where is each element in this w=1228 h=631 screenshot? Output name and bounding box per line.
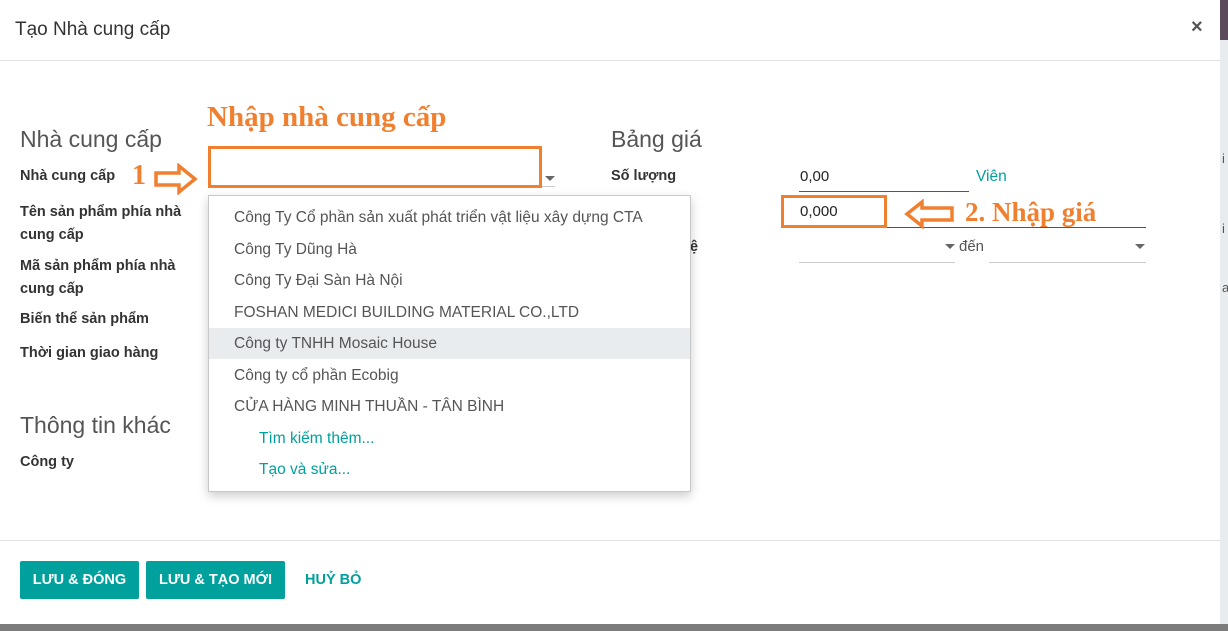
background-edge-text: i [1222, 151, 1225, 166]
close-icon[interactable]: × [1191, 16, 1203, 39]
dropdown-item[interactable]: CỬA HÀNG MINH THUẦN - TÂN BÌNH [209, 391, 690, 422]
date-start-caret-icon[interactable] [945, 244, 955, 249]
vendor-product-code-label-line2: cung cấp [20, 281, 84, 297]
quantity-input[interactable]: 0,00 [800, 168, 829, 185]
annotation-arrow-right-icon [154, 163, 198, 195]
dropdown-item-highlighted[interactable]: Công ty TNHH Mosaic House [209, 328, 690, 359]
dialog: Tạo Nhà cung cấp × Nhà cung cấp Nhà cung… [0, 0, 1220, 624]
dialog-title: Tạo Nhà cung cấp [15, 19, 171, 40]
annotation-arrow-left-icon [904, 199, 954, 229]
background-edge-text: i [1222, 221, 1225, 236]
validity-label-fragment: ệ [690, 239, 699, 255]
annotation-step2: 2. Nhập giá [965, 197, 1097, 227]
vendor-label: Nhà cung cấp [20, 168, 116, 184]
vendor-section-title: Nhà cung cấp [20, 126, 162, 152]
dialog-footer: LƯU & ĐÓNG LƯU & TẠO MỚI HUỶ BỎ [0, 540, 1220, 625]
save-close-button[interactable]: LƯU & ĐÓNG [20, 561, 139, 599]
background-navbar-edge [1220, 0, 1228, 40]
search-more-link[interactable]: Tìm kiếm thêm... [209, 423, 690, 454]
other-info-section-title: Thông tin khác [20, 412, 171, 438]
pricelist-section-title: Bảng giá [611, 126, 702, 152]
company-label: Công ty [20, 454, 74, 470]
quantity-underline [799, 191, 969, 192]
lead-time-label: Thời gian giao hàng [20, 345, 159, 361]
annotation-step1: 1 [132, 160, 146, 191]
save-new-button[interactable]: LƯU & TẠO MỚI [146, 561, 285, 599]
background-bottom-edge [0, 624, 1228, 631]
date-end-caret-icon[interactable] [1135, 244, 1145, 249]
date-start-input[interactable] [799, 262, 955, 263]
create-edit-link[interactable]: Tạo và sửa... [209, 454, 690, 485]
dropdown-item[interactable]: FOSHAN MEDICI BUILDING MATERIAL CO.,LTD [209, 297, 690, 328]
background-page-edge [1220, 0, 1228, 631]
unit-link[interactable]: Viên [976, 168, 1007, 186]
vendor-autocomplete-dropdown: Công Ty Cổ phần sản xuất phát triển vật … [208, 195, 691, 492]
vendor-product-code-label-line1: Mã sản phẩm phía nhà [20, 258, 176, 274]
variant-label: Biến thể sản phẩm [20, 311, 149, 327]
date-end-input[interactable] [989, 262, 1146, 263]
vendor-product-name-label-line1: Tên sản phẩm phía nhà [20, 204, 182, 220]
vendor-dropdown-caret-icon[interactable] [545, 176, 555, 181]
dropdown-item[interactable]: Công Ty Cổ phần sản xuất phát triển vật … [209, 202, 690, 233]
dialog-header: Tạo Nhà cung cấp × [0, 0, 1220, 61]
dropdown-item[interactable]: Công Ty Dũng Hà [209, 234, 690, 265]
quantity-label: Số lượng [611, 168, 677, 184]
vendor-product-name-label-line2: cung cấp [20, 227, 84, 243]
cancel-button[interactable]: HUỶ BỎ [305, 561, 361, 599]
background-edge-text: a [1222, 280, 1228, 295]
price-input-highlight [781, 195, 887, 228]
dropdown-item[interactable]: Công ty cổ phần Ecobig [209, 360, 690, 391]
dropdown-item[interactable]: Công Ty Đại Sàn Hà Nội [209, 265, 690, 296]
to-label: đến [959, 238, 985, 255]
vendor-input[interactable] [208, 146, 542, 188]
annotation-enter-vendor: Nhập nhà cung cấp [207, 101, 447, 133]
